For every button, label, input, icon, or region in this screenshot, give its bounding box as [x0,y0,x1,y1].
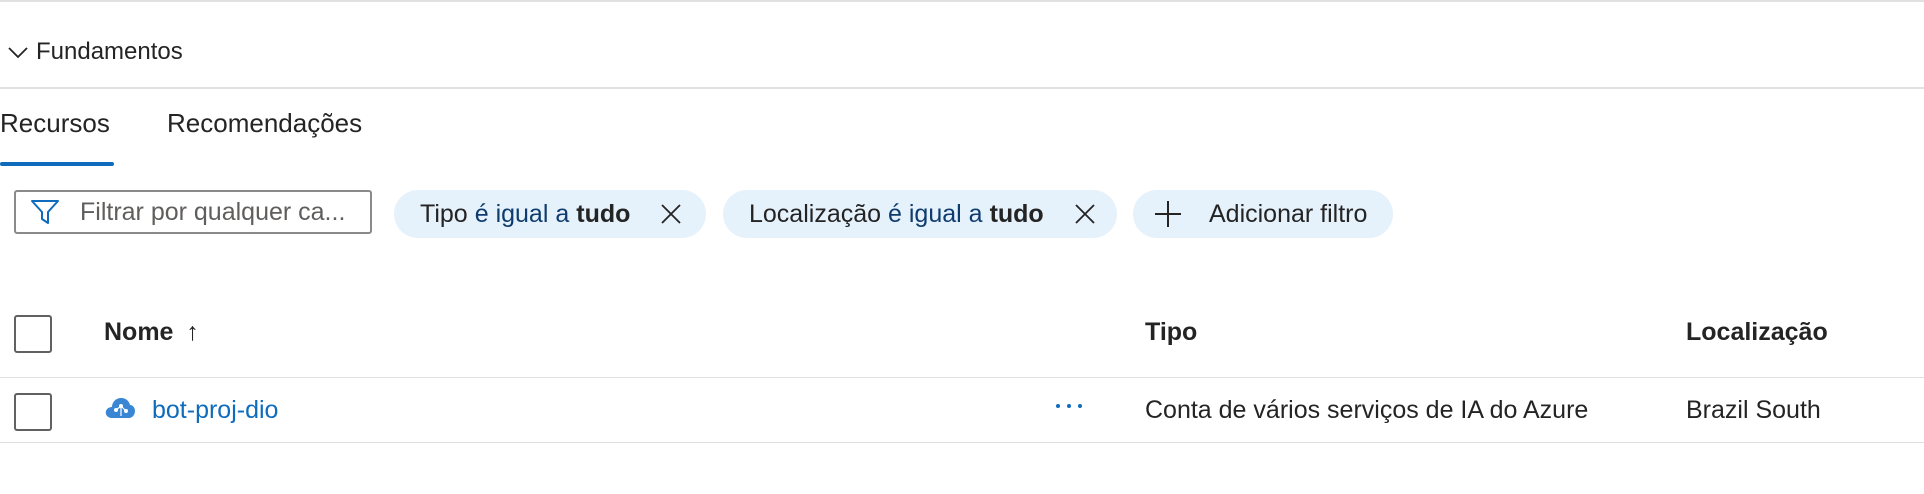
select-all-checkbox[interactable] [14,315,52,353]
essentials-label: Fundamentos [36,38,183,65]
cognitive-services-icon [104,396,136,425]
chevron-down-icon [8,47,28,59]
plus-icon [1155,201,1181,227]
essentials-toggle[interactable]: Fundamentos [0,30,183,74]
pill-value: tudo [989,199,1044,228]
resource-name-link[interactable]: bot-proj-dio [152,396,278,425]
active-tab-indicator [0,162,114,166]
top-divider [0,0,1924,2]
filter-field[interactable] [14,190,372,234]
filter-pill-tipo[interactable]: Tipo é igual a tudo [394,190,706,238]
pill-value: tudo [576,199,631,228]
pill-operator: é igual a [888,199,983,228]
more-options-icon[interactable] [1056,394,1082,418]
column-header-localizacao[interactable]: Localização [1686,318,1828,347]
column-header-label: Nome [104,318,174,346]
tab-recursos[interactable]: Recursos [0,108,110,139]
row-divider [0,442,1924,443]
close-icon[interactable] [660,203,682,225]
filter-input[interactable] [80,197,360,227]
tab-recomendacoes[interactable]: Recomendações [167,108,362,139]
pill-operator: é igual a [474,199,570,228]
pill-field: Localização [749,199,882,228]
resource-type: Conta de vários serviços de IA do Azure [1145,396,1589,424]
close-icon[interactable] [1074,203,1096,225]
add-filter-label: Adicionar filtro [1209,199,1368,228]
filter-pill-localizacao[interactable]: Localização é igual a tudo [723,190,1117,238]
column-header-tipo[interactable]: Tipo [1145,318,1197,347]
filter-icon [31,200,59,224]
column-header-nome[interactable]: Nome ↑ [104,318,199,347]
section-divider [0,87,1924,89]
row-checkbox[interactable] [14,393,52,431]
pill-field: Tipo [420,199,468,228]
resource-location: Brazil South [1686,396,1821,424]
sort-ascending-icon: ↑ [186,318,199,346]
header-row-divider [0,377,1924,378]
add-filter-button[interactable]: Adicionar filtro [1133,190,1393,238]
